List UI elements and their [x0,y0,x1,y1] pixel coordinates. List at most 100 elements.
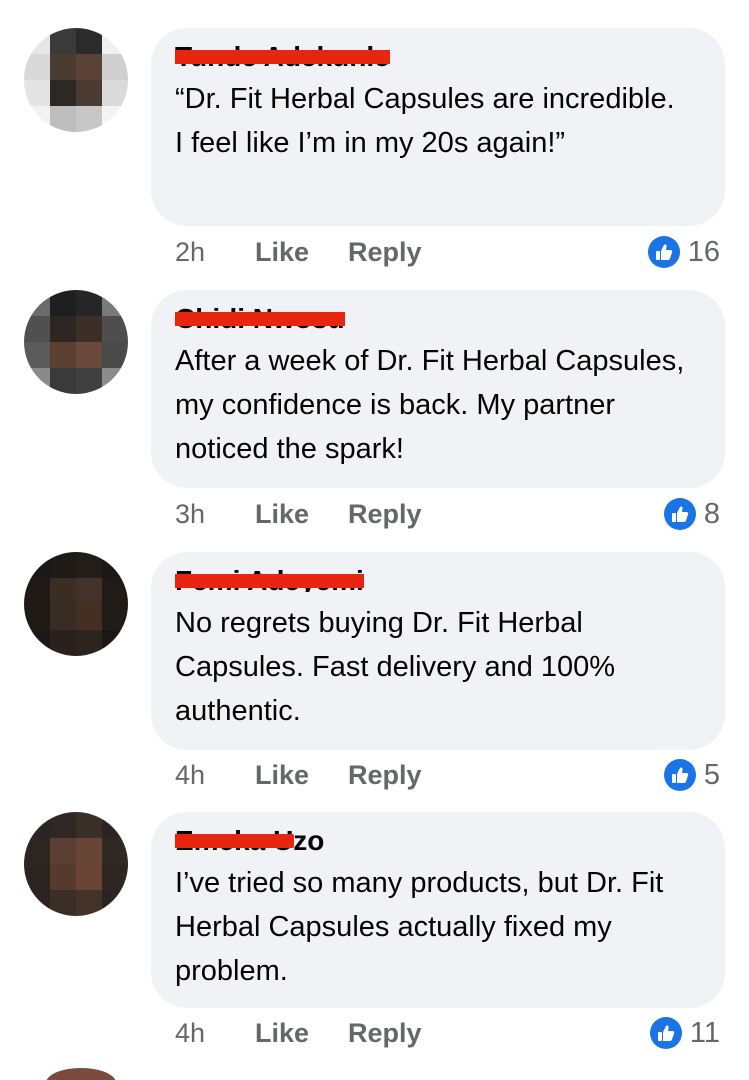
avatar-pixel [102,316,128,342]
like-button[interactable]: Like [255,1018,348,1049]
avatar-pixel [76,604,102,630]
avatar-pixel [102,630,128,656]
comment-actions: 4h Like Reply 5 [175,755,720,795]
redaction-mark [175,834,295,848]
reaction-summary[interactable]: 8 [663,497,720,531]
avatar-pixel [50,578,76,604]
avatar-pixel [102,54,128,80]
thumbs-up-icon [663,498,696,530]
thumbs-up-icon [663,759,696,791]
avatar-pixel [50,890,76,916]
avatar-pixel [24,812,50,838]
comment-text: After a week of Dr. Fit Herbal Capsules,… [175,345,685,465]
like-button[interactable]: Like [255,760,348,791]
comment-actions: 3h Like Reply 8 [175,494,720,534]
avatar[interactable] [24,812,128,916]
comment-actions: 2h Like Reply 16 [175,232,720,272]
avatar-pixel [50,106,76,132]
avatar-pixel [102,864,128,890]
avatar-pixel [24,290,50,316]
redaction-mark [175,50,390,64]
avatar[interactable] [24,552,128,656]
comment-actions: 4h Like Reply 11 [175,1013,720,1053]
avatar-pixel [102,838,128,864]
avatar-pixel [102,578,128,604]
avatar-pixel [24,106,50,132]
avatar[interactable] [24,290,128,394]
timestamp[interactable]: 4h [175,760,255,791]
avatar[interactable] [24,28,128,132]
comment-text: I’ve tried so many products, but Dr. Fit… [175,867,664,987]
avatar-pixel [24,890,50,916]
like-button[interactable]: Like [255,237,348,268]
avatar-pixel [76,864,102,890]
avatar-pixel [76,890,102,916]
avatar-pixel [24,342,50,368]
reply-button[interactable]: Reply [348,499,422,530]
avatar-pixel [24,578,50,604]
reaction-summary[interactable]: 5 [663,759,720,792]
reaction-count: 11 [689,1016,720,1049]
author-name-redacted[interactable]: Emeka Uzo [175,826,324,852]
avatar-pixel [24,316,50,342]
reaction-count: 8 [703,497,720,530]
avatar-pixel [76,812,102,838]
avatar-pixel [102,890,128,916]
avatar-pixel [76,578,102,604]
comment-bubble: Tunde Adekunle “Dr. Fit Herbal Capsules … [151,28,725,226]
like-button[interactable]: Like [255,499,348,530]
comment-bubble: Emeka Uzo I’ve tried so many products, b… [151,812,725,1008]
avatar-pixel [102,368,128,394]
timestamp[interactable]: 3h [175,499,255,530]
avatar-pixel [76,106,102,132]
reaction-summary[interactable]: 16 [647,235,720,269]
timestamp[interactable]: 2h [175,237,255,268]
redaction-mark [175,312,345,326]
avatar-pixel [50,80,76,106]
comment-text: No regrets buying Dr. Fit Herbal Capsule… [175,607,616,727]
author-name-redacted[interactable]: Tunde Adekunle [175,42,390,68]
avatar-pixel [24,552,50,578]
avatar-pixel [24,604,50,630]
reply-button[interactable]: Reply [348,237,422,268]
avatar-pixel [76,838,102,864]
avatar-pixel [24,54,50,80]
avatar-pixel [76,552,102,578]
reaction-summary[interactable]: 11 [649,1016,720,1050]
avatar-pixel [76,28,102,54]
author-name-redacted[interactable]: Femi Adeyemi [175,566,364,592]
avatar-pixel [24,838,50,864]
avatar-pixel [50,342,76,368]
avatar-pixel [50,630,76,656]
redaction-mark [175,574,364,588]
thumbs-up-icon [647,236,680,268]
avatar-pixel [102,812,128,838]
author-name-redacted[interactable]: Chidi Nwosu [175,304,345,330]
comment-bubble: Femi Adeyemi No regrets buying Dr. Fit H… [151,552,725,750]
reaction-count: 16 [687,235,720,268]
avatar-pixel [50,28,76,54]
comment-bubble: Chidi Nwosu After a week of Dr. Fit Herb… [151,290,725,488]
avatar-pixel [76,80,102,106]
avatar-pixel [50,838,76,864]
avatar-pixel [24,864,50,890]
comment-text: “Dr. Fit Herbal Capsules are incredible.… [175,83,675,159]
avatar-pixel [76,54,102,80]
avatar-pixel [102,106,128,132]
reply-button[interactable]: Reply [348,760,422,791]
avatar-pixel [24,80,50,106]
thumbs-up-icon [649,1017,682,1049]
avatar-pixel [76,342,102,368]
avatar-pixel [50,812,76,838]
avatar-pixel [50,290,76,316]
avatar-pixel [50,368,76,394]
avatar-pixel [102,80,128,106]
avatar[interactable] [46,1068,116,1080]
avatar-pixel [102,552,128,578]
reply-button[interactable]: Reply [348,1018,422,1049]
timestamp[interactable]: 4h [175,1018,255,1049]
avatar-pixel [24,368,50,394]
avatar-pixel [50,54,76,80]
avatar-pixel [102,28,128,54]
avatar-pixel [50,316,76,342]
